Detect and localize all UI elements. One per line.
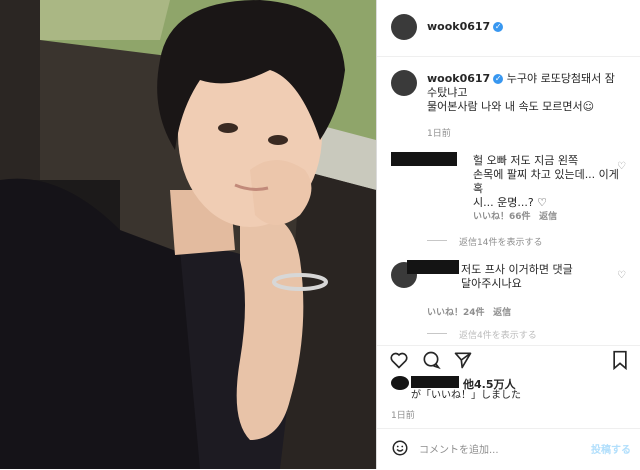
- post-photo-illustration: [0, 0, 376, 469]
- comment-1-meta: いいね！66件 返信: [473, 209, 557, 222]
- comment-2-line1: 저도 프사 이거하면 댓글: [461, 263, 573, 276]
- comment-2: 저도 프사 이거하면 댓글 달아주시나요: [461, 263, 621, 291]
- comment-2-reply[interactable]: 返信: [493, 308, 511, 318]
- comment-input[interactable]: コメントを追加...: [419, 441, 499, 456]
- comment-1: 헐 오빠 저도 지금 왼쪽 손목에 팔찌 차고 있는데... 이게 혹 시...…: [473, 154, 623, 210]
- verified-badge-icon: ✓: [493, 74, 504, 84]
- comment-1-line2: 손목에 팔찌 차고 있는데... 이게 혹: [473, 168, 619, 195]
- bookmark-icon[interactable]: [611, 350, 629, 370]
- comment-icon[interactable]: [421, 350, 441, 370]
- caption-time: 1日前: [427, 129, 451, 139]
- comment-1-line1: 헐 오빠 저도 지금 왼쪽: [473, 154, 579, 167]
- share-icon[interactable]: [453, 350, 473, 370]
- caption-line1: 누구야 로또당첨돼서 잠: [506, 72, 615, 85]
- caption-line2: 수탔냐고: [427, 86, 468, 99]
- header-username-text[interactable]: wook0617: [427, 20, 490, 33]
- caption-avatar[interactable]: [391, 70, 417, 96]
- comment-2-view-replies[interactable]: 返信4件を表示する: [459, 328, 537, 341]
- redacted-liker-avatar: [391, 376, 409, 390]
- comment-1-likes[interactable]: いいね！66件: [473, 212, 531, 222]
- replies-divider: [427, 333, 447, 334]
- replies-divider: [427, 240, 447, 241]
- redacted-liker: [411, 376, 459, 388]
- comment-2-like-icon[interactable]: ♡: [617, 270, 626, 281]
- emoji-icon[interactable]: [391, 439, 409, 457]
- redacted-commenter: [391, 152, 457, 166]
- post-panel: wook0617 ✓ wook0617 ✓ 누구야 로또당첨돼서 잠 수탔냐고 물어…: [376, 0, 640, 469]
- avatar[interactable]: [391, 14, 417, 40]
- likes-summary-text: が「いいね！」しました: [411, 390, 521, 401]
- post-button[interactable]: 投稿する: [591, 441, 631, 456]
- caption: wook0617 ✓ 누구야 로또당첨돼서 잠 수탔냐고 물어본사람 나와 내 속…: [427, 72, 633, 114]
- comment-2-line2: 달아주시나요: [461, 277, 522, 290]
- post-time: 1日前: [391, 411, 415, 421]
- comment-1-like-icon[interactable]: ♡: [617, 161, 626, 172]
- redacted-commenter: [407, 260, 459, 274]
- comment-2-likes[interactable]: いいね！24件: [427, 308, 485, 318]
- header-username[interactable]: wook0617 ✓: [427, 20, 504, 33]
- verified-badge-icon: ✓: [493, 22, 504, 32]
- post-photo[interactable]: [0, 0, 376, 469]
- comment-1-view-replies[interactable]: 返信14件を表示する: [459, 235, 542, 248]
- heart-icon[interactable]: [389, 350, 409, 370]
- post-header: wook0617 ✓: [377, 0, 640, 57]
- add-comment-bar: コメントを追加... 投稿する: [377, 428, 640, 470]
- comment-1-reply[interactable]: 返信: [539, 212, 557, 222]
- caption-username[interactable]: wook0617: [427, 72, 490, 85]
- comment-1-line3: 시... 운명...? ♡: [473, 196, 548, 209]
- comment-2-meta: いいね！24件 返信: [427, 305, 511, 318]
- action-bar: [377, 345, 640, 374]
- caption-line3: 물어본사람 나와 내 속도 모르면서☺: [427, 100, 595, 113]
